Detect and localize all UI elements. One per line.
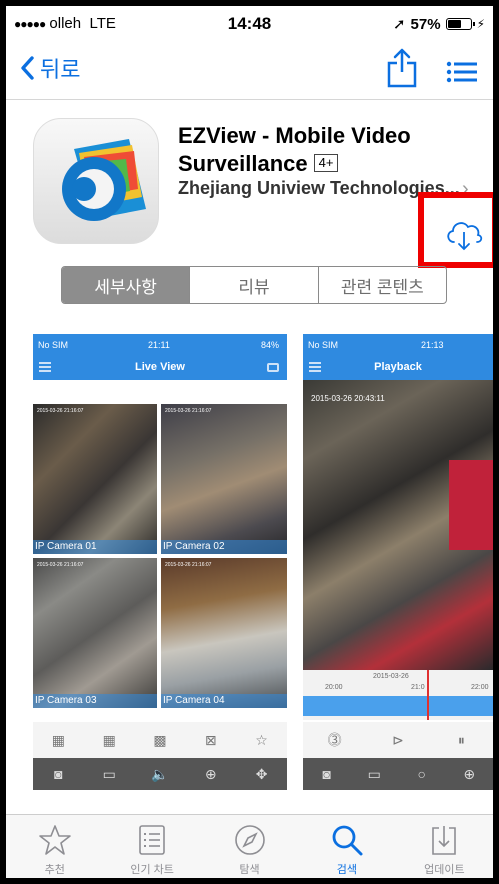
chevron-left-icon bbox=[21, 56, 34, 80]
tab-related[interactable]: 관련 콘텐츠 bbox=[317, 267, 446, 303]
age-rating-badge: 4+ bbox=[313, 154, 339, 172]
tab-label: 업데이트 bbox=[424, 864, 465, 876]
tab-label: 검색 bbox=[336, 864, 358, 876]
nav-bar: 뒤로 bbox=[6, 40, 493, 100]
back-label: 뒤로 bbox=[40, 57, 81, 82]
segmented-control: 세부사항 리뷰 관련 콘텐츠 bbox=[61, 266, 447, 304]
snapshot-icon[interactable]: ◙ bbox=[316, 763, 338, 785]
timeline-tick: 20:00 bbox=[325, 684, 343, 691]
camera-name: IP Camera 01 bbox=[33, 540, 157, 554]
app-icon[interactable] bbox=[33, 118, 159, 244]
compass-icon bbox=[234, 825, 265, 855]
timeline-tick: 22:00 bbox=[471, 684, 489, 691]
download-highlight bbox=[418, 192, 493, 268]
tab-label: 인기 차트 bbox=[130, 864, 174, 876]
camera-name: IP Camera 02 bbox=[161, 540, 287, 554]
tab-updates[interactable]: 업데이트 bbox=[396, 815, 493, 878]
location-icon: ➚ bbox=[392, 16, 406, 33]
layout-toolbar: ▦ ▦ ▩ ⊠ ☆ bbox=[33, 722, 287, 758]
tab-label: 탐색 bbox=[239, 864, 260, 876]
playback-toolbar: ⓷ ⊳ ⏸ bbox=[303, 722, 493, 758]
close-all-icon[interactable]: ⊠ bbox=[200, 729, 222, 751]
hamburger-icon bbox=[39, 362, 51, 372]
shot2-carrier: No SIM bbox=[308, 340, 339, 350]
battery-percent: 57% bbox=[410, 15, 441, 33]
screenshot-live-view[interactable]: No SIM 21:11 84% Live View 2015-03-26 21… bbox=[33, 334, 287, 790]
charging-icon: ⚡ bbox=[476, 17, 485, 31]
status-bar: ●●●●● olleh LTE 14:48 ➚ 57% ⚡ bbox=[6, 6, 493, 40]
update-icon bbox=[432, 826, 457, 855]
shot2-status-bar: No SIM 21:13 bbox=[303, 334, 493, 356]
zoom-icon[interactable]: ⊕ bbox=[200, 763, 222, 785]
play-icon[interactable]: ⊳ bbox=[387, 729, 409, 751]
tab-search[interactable]: 검색 bbox=[298, 815, 395, 878]
favorite-icon[interactable]: ☆ bbox=[251, 729, 273, 751]
camera-name: IP Camera 03 bbox=[33, 694, 157, 708]
tab-bar: 추천 인기 차트 탐색 검색 업데이트 bbox=[6, 814, 493, 878]
tab-explore[interactable]: 탐색 bbox=[201, 815, 298, 878]
shot2-time: 21:13 bbox=[421, 340, 444, 350]
camera-icon bbox=[267, 363, 279, 372]
shot1-title-bar: Live View bbox=[33, 356, 287, 380]
camera-name: IP Camera 04 bbox=[161, 694, 287, 708]
playhead[interactable] bbox=[427, 670, 429, 720]
tab-reviews[interactable]: 리뷰 bbox=[189, 267, 317, 303]
shot2-title-bar: Playback bbox=[303, 356, 493, 380]
playback-timestamp: 2015-03-26 20:43:11 bbox=[311, 394, 385, 403]
ezview-logo bbox=[62, 139, 146, 221]
camera-timestamp: 2015-03-26 21:16:07 bbox=[165, 408, 212, 414]
app-title-text: EZView - Mobile Video Surveillance bbox=[178, 123, 411, 176]
app-title: EZView - Mobile Video Surveillance 4+ bbox=[178, 122, 483, 178]
tab-featured[interactable]: 추천 bbox=[6, 815, 103, 878]
star-icon bbox=[38, 825, 71, 855]
list-icon bbox=[139, 825, 165, 855]
cloud-download-icon[interactable] bbox=[444, 216, 484, 252]
camera-cell: 2015-03-26 21:16:07 IP Camera 04 bbox=[161, 558, 287, 708]
timeline-tick: 21:0 bbox=[411, 684, 425, 691]
tab-top-charts[interactable]: 인기 차트 bbox=[103, 815, 200, 878]
timeline-date: 2015-03-26 bbox=[373, 673, 409, 680]
app-store-screen: ●●●●● olleh LTE 14:48 ➚ 57% ⚡ 뒤로 EZView … bbox=[6, 6, 493, 878]
shot1-battery: 84% bbox=[260, 340, 279, 350]
camera-timestamp: 2015-03-26 21:16:07 bbox=[37, 408, 84, 414]
search-icon[interactable]: ○ bbox=[411, 763, 433, 785]
shot2-title: Playback bbox=[374, 361, 422, 373]
snapshot-icon[interactable]: ◙ bbox=[47, 763, 69, 785]
hamburger-icon bbox=[309, 362, 321, 372]
camera-timestamp: 2015-03-26 21:16:07 bbox=[37, 562, 84, 568]
ptz-icon[interactable]: ✥ bbox=[251, 763, 273, 785]
camera-cell: 2015-03-26 21:16:07 IP Camera 02 bbox=[161, 404, 287, 554]
audio-icon[interactable]: 🔈 bbox=[149, 763, 171, 785]
timeline[interactable]: 2015-03-26 20:00 21:0 22:00 bbox=[303, 670, 493, 720]
recording-bar bbox=[303, 696, 493, 716]
pause-icon[interactable]: ⏸ bbox=[450, 729, 472, 751]
playback-action-toolbar: ◙ ▭ ○ ⊕ bbox=[303, 758, 493, 790]
back-button[interactable]: 뒤로 bbox=[20, 52, 80, 84]
shot1-time: 21:11 bbox=[148, 340, 170, 350]
shot1-status-bar: No SIM 21:11 84% bbox=[33, 334, 287, 356]
camera-cell: 2015-03-26 21:16:07 IP Camera 03 bbox=[33, 558, 157, 708]
sign-board bbox=[449, 460, 493, 550]
tab-details[interactable]: 세부사항 bbox=[62, 267, 190, 303]
battery-icon bbox=[445, 18, 475, 30]
shot1-title: Live View bbox=[135, 361, 185, 373]
zoom-icon[interactable]: ⊕ bbox=[458, 763, 480, 785]
record-icon[interactable]: ▭ bbox=[98, 763, 120, 785]
tab-label: 추천 bbox=[44, 864, 65, 876]
action-toolbar: ◙ ▭ 🔈 ⊕ ✥ bbox=[33, 758, 287, 790]
camera-cell: 2015-03-26 21:16:07 IP Camera 01 bbox=[33, 404, 157, 554]
shot1-carrier: No SIM bbox=[38, 340, 69, 350]
screenshot-playback[interactable]: No SIM 21:13 Playback 2015-03-26 20:43:1… bbox=[303, 334, 493, 790]
status-right: ➚ 57% ⚡ bbox=[392, 15, 485, 34]
share-icon[interactable] bbox=[386, 48, 418, 88]
camera-timestamp: 2015-03-26 21:16:07 bbox=[165, 562, 212, 568]
playback-video: 2015-03-26 20:43:11 bbox=[303, 380, 493, 670]
list-menu-icon[interactable] bbox=[446, 58, 478, 86]
grid-4-icon[interactable]: ▦ bbox=[47, 729, 69, 751]
rewind-30-icon[interactable]: ⓷ bbox=[324, 729, 346, 751]
record-icon[interactable]: ▭ bbox=[363, 763, 385, 785]
grid-16-icon[interactable]: ▩ bbox=[149, 729, 171, 751]
search-icon bbox=[332, 825, 363, 856]
grid-9-icon[interactable]: ▦ bbox=[98, 729, 120, 751]
